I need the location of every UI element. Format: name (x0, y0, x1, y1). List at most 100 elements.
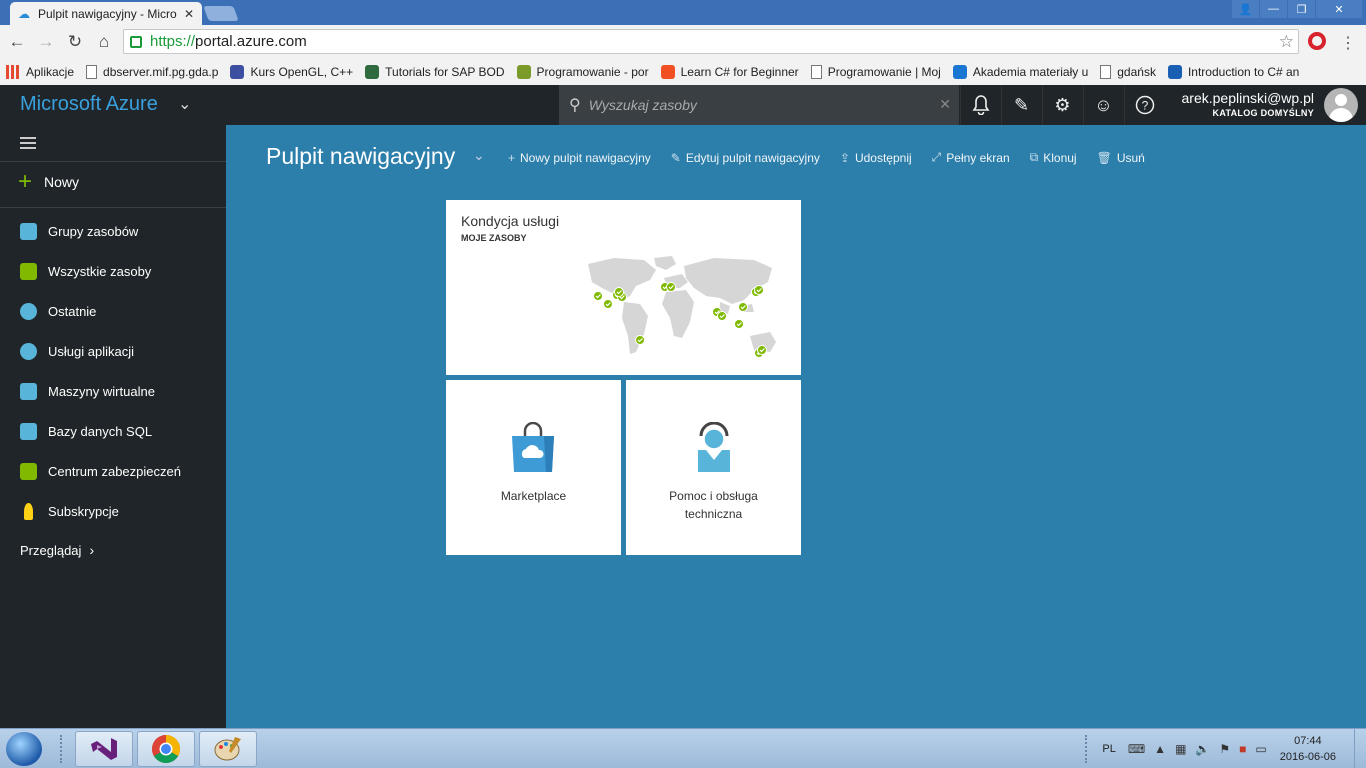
azure-brand[interactable]: Microsoft Azure (20, 93, 158, 116)
home-icon[interactable]: ⌂ (93, 31, 115, 53)
show-desktop-button[interactable] (1354, 729, 1366, 768)
user-directory: KATALOG DOMYŚLNY (1212, 108, 1314, 118)
bookmark-item[interactable]: gdańsk (1100, 64, 1156, 79)
start-button[interactable] (6, 732, 42, 766)
dashboard-area: Pulpit nawigacyjny ⌄ + Nowy pulpit nawiga… (226, 125, 1366, 728)
command-clone[interactable]: ⧉ Klonuj (1030, 150, 1077, 165)
tray-expand-icon[interactable]: ▲ (1154, 742, 1166, 756)
forward-arrow-icon[interactable]: → (35, 31, 57, 53)
chrome-icon (152, 735, 180, 763)
browse-button[interactable]: Przeglądaj › (20, 542, 94, 558)
share-icon: ⇪ (839, 150, 850, 165)
check-marker (603, 299, 613, 309)
check-marker (757, 345, 767, 355)
paint-taskbar-button[interactable] (199, 731, 257, 767)
help-support-tile[interactable]: Pomoc i obsługa techniczna (626, 380, 801, 555)
bookmark-label: Tutorials for SAP BOD (385, 64, 505, 79)
shopping-bag-icon (512, 422, 554, 472)
reload-icon[interactable]: ↻ (64, 31, 86, 53)
restore-button[interactable]: ❐ (1288, 0, 1315, 18)
search-input[interactable] (588, 97, 929, 113)
volume-icon[interactable]: 🔈 (1195, 742, 1210, 756)
display-icon[interactable]: ▭ (1255, 742, 1266, 756)
network-icon[interactable]: ▦ (1175, 742, 1186, 756)
new-resource-button[interactable]: + Nowy (18, 170, 79, 194)
bookmark-item[interactable]: Programowanie | Moj (810, 64, 941, 79)
bookmark-item[interactable]: Programowanie - por (516, 64, 649, 79)
antivirus-icon[interactable]: ■ (1239, 742, 1246, 756)
clone-icon: ⧉ (1029, 150, 1039, 164)
address-bar[interactable]: https:// portal.azure.com ☆ (123, 29, 1299, 54)
gear-icon[interactable]: ⚙ (1042, 85, 1082, 125)
svg-text:?: ? (1141, 99, 1148, 113)
check-marker (754, 285, 764, 295)
bell-icon[interactable] (960, 85, 1000, 125)
bookmark-item[interactable]: dbserver.mif.pg.gda.p (86, 64, 218, 79)
language-indicator[interactable]: PL (1102, 743, 1115, 755)
bookmark-item[interactable]: Kurs OpenGL, C++ (230, 64, 353, 79)
help-icon[interactable]: ? (1124, 85, 1164, 125)
command-trash[interactable]: 🗑 Usuń (1097, 150, 1145, 165)
trash-icon: 🗑 (1096, 150, 1112, 165)
tab-title: Pulpit nawigacyjny - Micro (38, 6, 177, 21)
search-icon: ⚲ (569, 97, 581, 114)
minimize-button[interactable]: — (1260, 0, 1287, 18)
sidebar-item-resource-group[interactable]: Grupy zasobów (0, 211, 226, 251)
sidebar-item-label: Wszystkie zasoby (48, 263, 152, 279)
hamburger-menu-icon[interactable] (20, 137, 36, 152)
bookmark-item[interactable]: Tutorials for SAP BOD (365, 64, 505, 79)
chevron-down-icon[interactable]: ⌄ (473, 147, 485, 164)
sidebar-item-grid[interactable]: Wszystkie zasoby (0, 251, 226, 291)
visual-studio-taskbar-button[interactable] (75, 731, 133, 767)
smiley-icon[interactable]: ☺ (1083, 85, 1123, 125)
sidebar-item-shield-lock[interactable]: Centrum zabezpieczeń (0, 451, 226, 491)
bookmark-item[interactable]: Akademia materiały u (952, 64, 1088, 79)
clock[interactable]: 07:44 2016-06-06 (1280, 733, 1336, 765)
bookmark-item[interactable]: Learn C# for Beginner (660, 64, 799, 79)
f-logo-icon (1167, 64, 1182, 79)
sidebar-item-globe[interactable]: Usługi aplikacji (0, 331, 226, 371)
bookmark-item[interactable]: Introduction to C# an (1167, 64, 1299, 79)
browser-tab[interactable]: ☁ Pulpit nawigacyjny - Micro ✕ (10, 2, 202, 25)
command-share[interactable]: ⇪ Udostępnij (840, 150, 912, 165)
clear-search-icon[interactable]: ✕ (939, 96, 951, 113)
avatar[interactable] (1324, 88, 1358, 122)
sidebar-item-key[interactable]: Subskrypcje (0, 491, 226, 531)
sidebar-item-clock[interactable]: Ostatnie (0, 291, 226, 331)
browser-titlebar: ☁ Pulpit nawigacyjny - Micro ✕ 👤 — ❐ ✕ (0, 0, 1366, 25)
new-tab-button[interactable] (203, 6, 239, 21)
fullscreen-icon: ⤢ (931, 150, 942, 164)
bookmark-item[interactable]: Aplikacje (6, 64, 74, 79)
sidebar-item-monitor[interactable]: Maszyny wirtualne (0, 371, 226, 411)
command-plus[interactable]: + Nowy pulpit nawigacyjny (508, 150, 651, 165)
search-box[interactable]: ⚲ ✕ (559, 85, 959, 125)
close-window-button[interactable]: ✕ (1316, 0, 1362, 18)
command-pencil[interactable]: ✎ Edytuj pulpit nawigacyjny (671, 150, 820, 165)
menu-kebab-icon[interactable]: ⋮ (1340, 33, 1356, 53)
command-fullscreen[interactable]: ⤢ Pełny ekran (932, 150, 1010, 165)
service-health-tile[interactable]: Kondycja usługi MOJE ZASOBY (446, 200, 801, 375)
user-profile-icon[interactable]: 👤 (1232, 0, 1259, 18)
check-marker (635, 335, 645, 345)
user-account[interactable]: arek.peplinski@wp.pl KATALOG DOMYŚLNY (1182, 90, 1315, 118)
windows-logo-icon (660, 64, 675, 79)
clock-icon (20, 302, 37, 320)
chevron-down-icon[interactable]: ⌄ (178, 94, 191, 114)
page-title[interactable]: Pulpit nawigacyjny (266, 143, 455, 170)
sidebar: + Nowy Grupy zasobów Wszystkie zasoby Osta… (0, 125, 226, 728)
marketplace-tile[interactable]: Marketplace (446, 380, 621, 555)
monitor-icon (20, 382, 37, 400)
keyboard-icon[interactable]: ⌨ (1128, 742, 1145, 756)
close-tab-icon[interactable]: ✕ (184, 7, 194, 21)
chrome-taskbar-button[interactable] (137, 731, 195, 767)
url-host: portal.azure.com (195, 33, 307, 50)
action-center-flag-icon[interactable]: ⚑ (1219, 742, 1230, 756)
opera-extension-icon[interactable] (1308, 32, 1326, 50)
pencil-icon[interactable]: ✎ (1001, 85, 1041, 125)
key-icon (24, 502, 33, 520)
onedrive-icon (952, 64, 967, 79)
sidebar-item-sql-database[interactable]: Bazy danych SQL (0, 411, 226, 451)
back-arrow-icon[interactable]: ← (6, 31, 28, 53)
bookmark-star-icon[interactable]: ☆ (1279, 32, 1294, 52)
check-marker (593, 291, 603, 301)
